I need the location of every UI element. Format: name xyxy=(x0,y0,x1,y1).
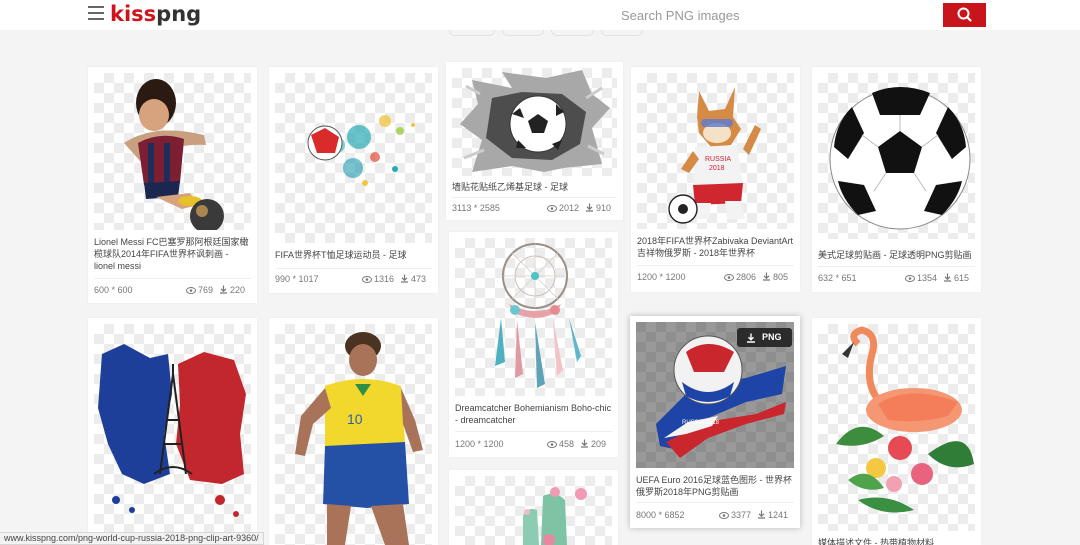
card-title[interactable]: 媒体描述文件 - 热带植物材料 xyxy=(818,537,975,545)
download-count: 473 xyxy=(410,274,426,284)
thumbnail-dreamcatcher[interactable] xyxy=(455,238,612,396)
eye-icon xyxy=(185,287,196,294)
eye-icon xyxy=(904,275,915,282)
card-stats: 2012 910 xyxy=(546,203,611,213)
thumbnail-cactus[interactable] xyxy=(455,476,612,545)
svg-text:RUSSIA: RUSSIA xyxy=(705,156,731,163)
logo-png: png xyxy=(156,2,202,26)
download-icon xyxy=(762,272,770,281)
download-icon xyxy=(747,333,755,343)
svg-text:2018: 2018 xyxy=(709,165,725,172)
download-count: 805 xyxy=(772,272,788,282)
image-dimensions: 1200 * 1200 xyxy=(455,439,504,449)
thumbnail-soccer-ball[interactable] xyxy=(818,73,975,239)
image-dimensions: 3113 * 2585 xyxy=(452,203,500,213)
image-dimensions: 8000 * 6852 xyxy=(636,510,685,520)
divider xyxy=(636,502,794,503)
view-count: 2806 xyxy=(735,272,756,282)
download-count: 615 xyxy=(953,273,969,283)
view-count: 1316 xyxy=(373,274,394,284)
card-title[interactable]: 2018年FIFA世界杯Zabivaka DeviantArt吉祥物俄罗斯 - … xyxy=(637,235,794,259)
image-card-soccer-ball[interactable]: 美式足球剪贴画 - 足球透明PNG剪贴画 632 * 651 1354 615 xyxy=(812,67,981,292)
card-title[interactable]: FIFA世界杯T恤足球运动员 - 足球 xyxy=(275,249,432,261)
search-icon xyxy=(957,7,972,22)
card-stats: 769 220 xyxy=(185,285,245,295)
image-card-messi[interactable]: Lionel Messi FC巴塞罗那阿根廷国家橄榄球队2014年FIFA世界杯… xyxy=(88,67,257,303)
filter-tab[interactable] xyxy=(601,30,643,36)
download-count: 910 xyxy=(595,203,611,213)
image-dimensions: 600 * 600 xyxy=(94,285,133,295)
image-card-france-splash[interactable] xyxy=(88,318,257,545)
divider xyxy=(637,265,794,266)
image-card-cactus[interactable] xyxy=(449,470,618,545)
view-count: 769 xyxy=(197,285,213,295)
card-title[interactable]: UEFA Euro 2016足球蓝色图形 - 世界杯俄罗斯2018年PNG剪贴画 xyxy=(636,474,794,498)
logo-kiss: kiss xyxy=(110,2,157,26)
download-count: 1241 xyxy=(767,510,788,520)
image-card-dreamcatcher[interactable]: Dreamcatcher Bohemianism Boho-chic - dre… xyxy=(449,232,618,457)
divider xyxy=(275,268,432,269)
eye-icon xyxy=(361,276,372,283)
view-count: 2012 xyxy=(558,203,579,213)
image-card-uefa[interactable]: RUSSIA 2018 UEFA Euro 2016足球蓝色图形 - 世界杯俄罗… xyxy=(630,316,800,528)
thumbnail-fifa-splash-ball[interactable] xyxy=(275,73,432,243)
image-card-fifa-player[interactable]: FIFA世界杯T恤足球运动员 - 足球 990 * 1017 1316 473 xyxy=(269,67,438,293)
view-count: 1354 xyxy=(916,273,937,283)
download-count: 209 xyxy=(590,439,606,449)
divider xyxy=(94,278,251,279)
kisspng-logo[interactable]: kisspng xyxy=(110,2,201,26)
image-card-flamingo[interactable]: 媒体描述文件 - 热带植物材料 xyxy=(812,318,981,545)
image-card-neymar[interactable]: 10 xyxy=(269,318,438,545)
thumbnail-flamingo-flowers[interactable] xyxy=(818,324,975,531)
card-title[interactable]: 美式足球剪贴画 - 足球透明PNG剪贴画 xyxy=(818,249,975,261)
png-badge-label: PNG xyxy=(762,332,782,342)
eye-icon xyxy=(546,441,557,448)
card-title[interactable]: 墙贴花贴纸乙烯基足球 - 足球 xyxy=(452,181,617,193)
divider xyxy=(818,266,975,267)
filter-tab[interactable] xyxy=(551,30,594,36)
filter-tab[interactable] xyxy=(502,30,544,36)
divider xyxy=(455,431,612,432)
card-stats: 2806 805 xyxy=(723,272,788,282)
view-count: 458 xyxy=(558,439,574,449)
thumbnail-brazil-player[interactable]: 10 xyxy=(275,324,432,545)
download-icon xyxy=(757,510,765,519)
card-stats: 1354 615 xyxy=(904,273,969,283)
eye-icon xyxy=(718,512,729,519)
top-bar: kisspng xyxy=(0,0,1080,30)
card-stats: 3377 1241 xyxy=(718,510,788,520)
image-dimensions: 990 * 1017 xyxy=(275,274,319,284)
download-icon xyxy=(580,439,588,448)
download-icon xyxy=(400,274,408,283)
search-button[interactable] xyxy=(943,3,986,27)
card-title[interactable]: Dreamcatcher Bohemianism Boho-chic - dre… xyxy=(455,402,612,426)
view-count: 3377 xyxy=(730,510,751,520)
download-icon xyxy=(219,285,227,294)
image-dimensions: 1200 * 1200 xyxy=(637,272,686,282)
card-stats: 1316 473 xyxy=(361,274,426,284)
thumbnail-messi-caricature[interactable] xyxy=(94,73,251,230)
download-icon xyxy=(943,273,951,282)
search-input[interactable] xyxy=(621,5,921,25)
download-count: 220 xyxy=(229,285,245,295)
eye-icon xyxy=(546,205,557,212)
hamburger-menu-icon[interactable] xyxy=(88,6,104,20)
image-card-zabivaka[interactable]: RUSSIA 2018 2018年FIFA世界杯Zabivaka Deviant… xyxy=(631,67,800,292)
card-stats: 458 209 xyxy=(546,439,606,449)
image-dimensions: 632 * 651 xyxy=(818,273,857,283)
browser-status-url: www.kisspng.com/png-world-cup-russia-201… xyxy=(0,532,264,545)
card-title[interactable]: Lionel Messi FC巴塞罗那阿根廷国家橄榄球队2014年FIFA世界杯… xyxy=(94,236,251,272)
svg-text:10: 10 xyxy=(347,411,363,427)
eye-icon xyxy=(723,274,734,281)
thumbnail-zabivaka-mascot[interactable]: RUSSIA 2018 xyxy=(637,73,794,229)
filter-tab[interactable] xyxy=(449,30,495,36)
image-card-wall-ball[interactable]: 墙贴花贴纸乙烯基足球 - 足球 3113 * 2585 2012 910 xyxy=(446,62,623,220)
thumbnail-ball-breaking-wall[interactable] xyxy=(452,68,617,176)
divider xyxy=(452,197,617,198)
thumbnail-eiffel-tower-flag[interactable] xyxy=(94,324,251,545)
png-download-button[interactable]: PNG xyxy=(737,328,792,347)
svg-text:RUSSIA 2018: RUSSIA 2018 xyxy=(682,420,720,426)
download-icon xyxy=(585,203,593,212)
